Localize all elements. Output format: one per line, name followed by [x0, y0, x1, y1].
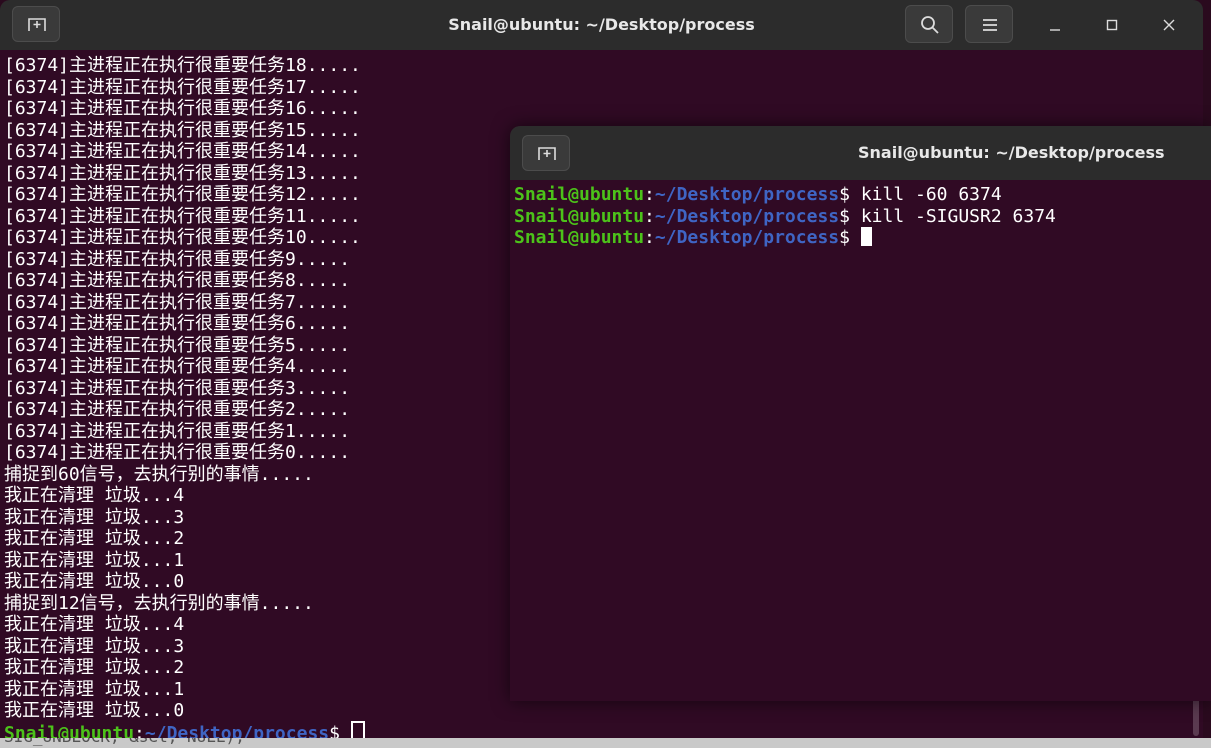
prompt-separator: :: [644, 184, 655, 205]
prompt-separator: :: [644, 227, 655, 248]
output-line: [6374]主进程正在执行很重要任务16.....: [4, 98, 361, 119]
prompt-user: Snail@ubuntu: [514, 205, 645, 227]
front-window-title: Snail@ubuntu: ~/Desktop/process: [858, 143, 1165, 162]
back-window-title: Snail@ubuntu: ~/Desktop/process: [448, 15, 755, 34]
maximize-icon: [1106, 19, 1118, 31]
hamburger-menu-icon: [983, 19, 997, 31]
prompt-directory: ~/Desktop/process: [654, 184, 840, 205]
scrollbar[interactable]: [1193, 698, 1199, 736]
prompt-user: Snail@ubuntu: [514, 227, 645, 248]
output-line: [6374]主进程正在执行很重要任务18.....: [4, 55, 361, 76]
minimize-icon: [1050, 29, 1060, 31]
text-cursor: [860, 227, 872, 246]
command-text: kill -60 6374: [860, 184, 1002, 205]
command-line: Snail@ubuntu:~/Desktop/process$ kill -SI…: [514, 206, 1211, 228]
new-tab-button-front[interactable]: [522, 135, 570, 171]
front-terminal-output[interactable]: Snail@ubuntu:~/Desktop/process$ kill -60…: [514, 184, 1211, 249]
command-line: Snail@ubuntu:~/Desktop/process$ kill -60…: [514, 184, 1211, 206]
prompt-user: Snail@ubuntu: [514, 184, 645, 205]
prompt-directory: ~/Desktop/process: [654, 205, 840, 227]
back-titlebar[interactable]: Snail@ubuntu: ~/Desktop/process: [0, 0, 1203, 50]
prompt-directory: ~/Desktop/process: [654, 227, 840, 248]
underlying-window-strip: SIG_UNBLOCK, &set, NULL);: [0, 738, 1211, 748]
prompt-symbol: $: [839, 184, 861, 205]
command-text: kill -SIGUSR2 6374: [860, 205, 1056, 227]
minimize-button[interactable]: [1035, 5, 1075, 45]
command-line: Snail@ubuntu:~/Desktop/process$: [514, 227, 1211, 249]
prompt-symbol: $: [839, 227, 861, 248]
close-button[interactable]: [1149, 5, 1189, 45]
search-icon: [921, 16, 939, 34]
new-tab-icon: [538, 147, 556, 160]
front-terminal-window[interactable]: Snail@ubuntu: ~/Desktop/process Snail@ub…: [510, 126, 1211, 701]
prompt-symbol: $: [839, 205, 861, 227]
menu-button[interactable]: [965, 5, 1013, 43]
prompt-separator: :: [644, 205, 655, 227]
search-button[interactable]: [905, 5, 953, 43]
close-icon: [1163, 19, 1175, 31]
output-line: 我正在清理 垃圾...0: [4, 700, 185, 721]
maximize-button[interactable]: [1092, 5, 1132, 45]
output-line: [6374]主进程正在执行很重要任务17.....: [4, 76, 361, 98]
front-titlebar[interactable]: Snail@ubuntu: ~/Desktop/process: [510, 126, 1211, 180]
partial-code-line: SIG_UNBLOCK, &set, NULL);: [4, 738, 245, 746]
